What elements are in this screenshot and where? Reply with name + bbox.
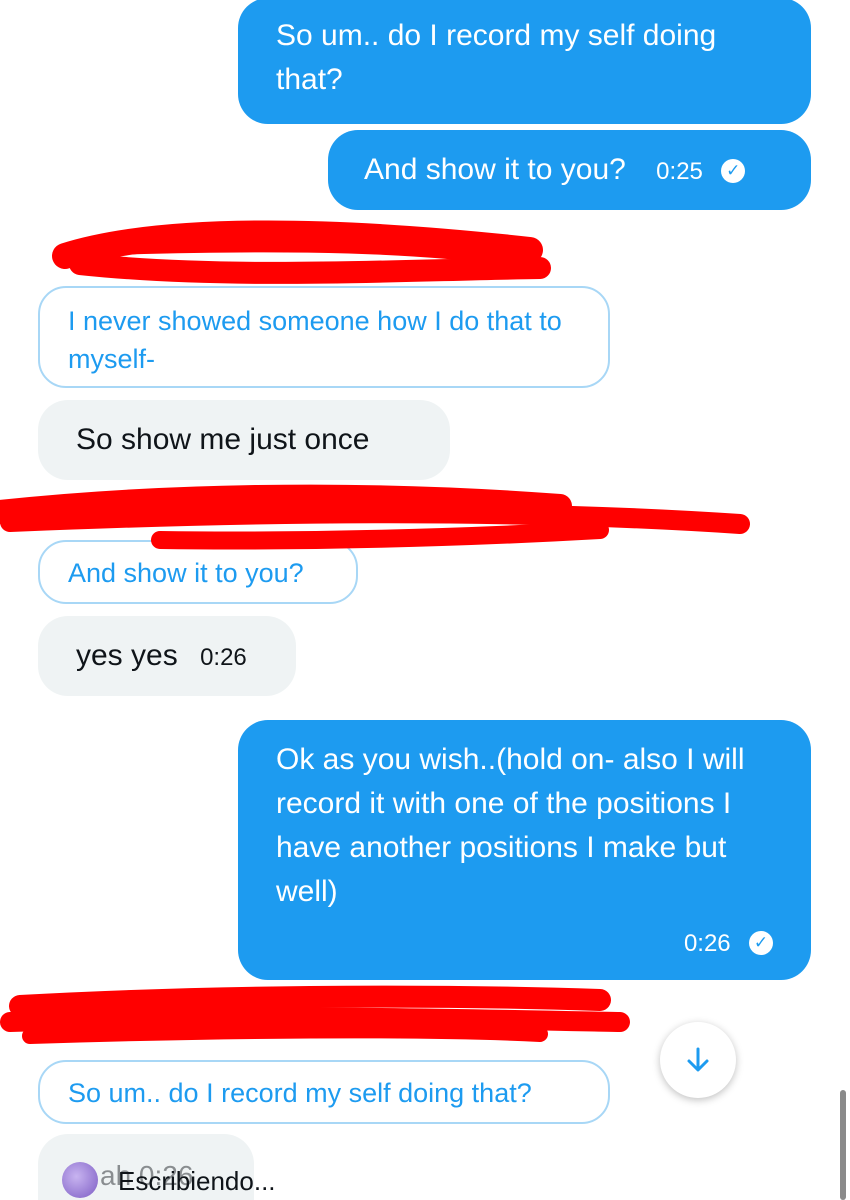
quoted-message[interactable]: So um.. do I record my self doing that? — [38, 1060, 610, 1124]
sent-message[interactable]: And show it to you? 0:25 ✓ — [328, 130, 811, 210]
avatar — [62, 1162, 98, 1198]
check-circle-icon: ✓ — [749, 931, 773, 956]
quoted-message[interactable]: And show it to you? — [38, 540, 358, 604]
scrollbar[interactable] — [840, 1090, 846, 1200]
received-message[interactable]: So show me just once — [38, 400, 450, 480]
check-circle-icon: ✓ — [721, 159, 746, 184]
received-message[interactable]: yes yes 0:26 — [38, 616, 296, 696]
typing-indicator: Escribiendo... — [118, 1166, 276, 1196]
quoted-text: So um.. do I record my self doing that? — [68, 1078, 532, 1108]
scroll-down-button[interactable] — [660, 1022, 736, 1098]
quoted-text: And show it to you? — [68, 558, 304, 588]
arrow-down-icon — [687, 1047, 709, 1072]
message-text: So show me just once — [76, 423, 370, 456]
sent-message[interactable]: Ok as you wish..(hold on- also I will re… — [238, 720, 811, 980]
message-timestamp: 0:26 — [683, 930, 731, 957]
message-timestamp: 0:25 — [656, 158, 703, 185]
message-text: So um.. do I record my self doing that? — [276, 19, 717, 96]
sent-message[interactable]: So um.. do I record my self doing that? — [238, 0, 811, 124]
message-text: yes yes — [76, 639, 178, 672]
quoted-text: I never showed someone how I do that to … — [68, 306, 562, 374]
message-timestamp: 0:26 — [200, 644, 247, 671]
quoted-message[interactable]: I never showed someone how I do that to … — [38, 286, 610, 388]
message-text: Ok as you wish..(hold on- also I will re… — [276, 743, 745, 908]
message-text: And show it to you? — [364, 153, 626, 186]
